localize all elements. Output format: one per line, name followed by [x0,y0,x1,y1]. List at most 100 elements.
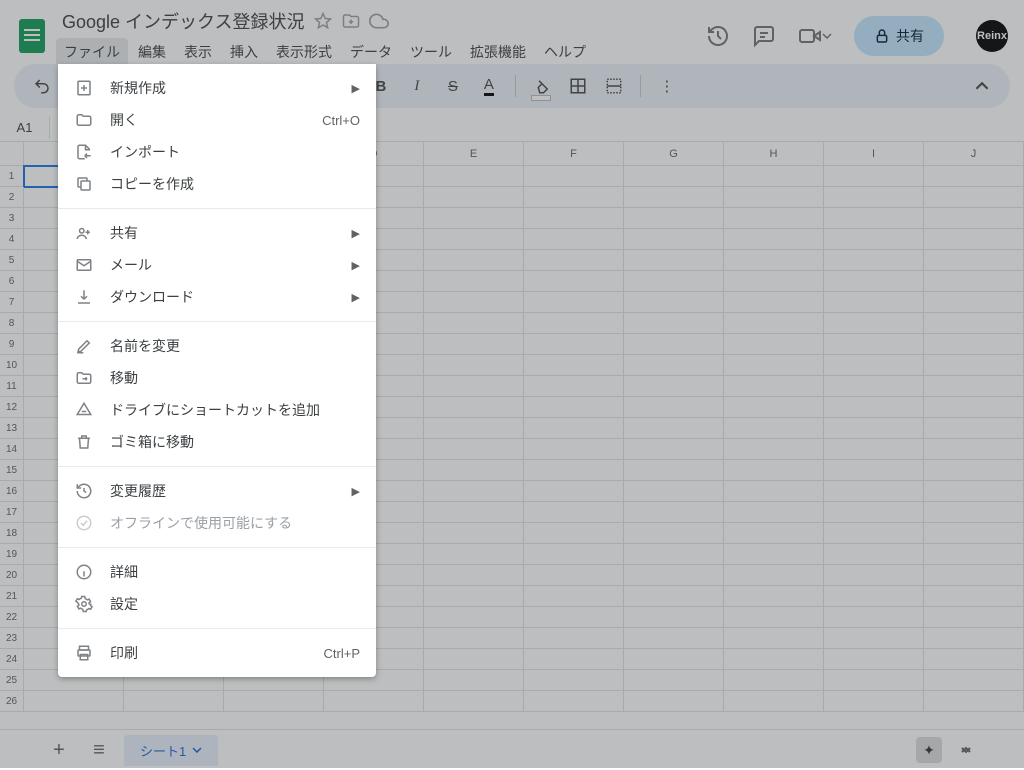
italic-button[interactable]: I [403,72,431,100]
cell[interactable] [824,565,924,586]
row-header[interactable]: 10 [0,355,24,376]
move-to-folder-icon[interactable] [341,11,361,31]
cell[interactable] [424,670,524,691]
cell[interactable] [624,649,724,670]
cell[interactable] [724,628,824,649]
cell[interactable] [824,376,924,397]
cell[interactable] [524,208,624,229]
cell[interactable] [724,439,824,460]
cell[interactable] [424,523,524,544]
sheets-logo[interactable] [12,16,52,56]
row-header[interactable]: 9 [0,334,24,355]
file-menu-new[interactable]: 新規作成 ▶ [58,72,376,104]
cell[interactable] [624,313,724,334]
cell[interactable] [424,544,524,565]
cell[interactable] [624,355,724,376]
cell[interactable] [524,628,624,649]
cell[interactable] [624,334,724,355]
column-header[interactable]: J [924,142,1024,165]
cell[interactable] [824,334,924,355]
cell[interactable] [524,691,624,712]
file-menu-download[interactable]: ダウンロード ▶ [58,281,376,313]
cell[interactable] [824,439,924,460]
menu-file[interactable]: ファイル [56,38,128,66]
cell[interactable] [824,187,924,208]
cell[interactable] [624,565,724,586]
cell[interactable] [724,607,824,628]
cell[interactable] [824,523,924,544]
cell[interactable] [524,229,624,250]
cell[interactable] [924,187,1024,208]
row-header[interactable]: 6 [0,271,24,292]
file-menu-share[interactable]: 共有 ▶ [58,217,376,249]
row-header[interactable]: 2 [0,187,24,208]
cell[interactable] [424,502,524,523]
row-header[interactable]: 13 [0,418,24,439]
cell[interactable] [524,418,624,439]
cell[interactable] [824,292,924,313]
cell[interactable] [624,376,724,397]
cell[interactable] [624,166,724,187]
cell[interactable] [924,502,1024,523]
cell[interactable] [924,271,1024,292]
cell[interactable] [724,460,824,481]
cell[interactable] [924,607,1024,628]
cell[interactable] [824,166,924,187]
file-menu-details[interactable]: 詳細 [58,556,376,588]
cell[interactable] [524,334,624,355]
cell[interactable] [224,691,324,712]
collapse-toolbar-button[interactable] [968,72,996,100]
column-header[interactable]: G [624,142,724,165]
add-sheet-button[interactable]: + [44,735,74,765]
cell[interactable] [924,691,1024,712]
cell[interactable] [924,334,1024,355]
menu-view[interactable]: 表示 [176,38,220,66]
cell[interactable] [724,586,824,607]
file-menu-move[interactable]: 移動 [58,362,376,394]
cell[interactable] [424,292,524,313]
cell[interactable] [724,523,824,544]
cell[interactable] [824,229,924,250]
cell[interactable] [524,586,624,607]
cell[interactable] [624,481,724,502]
cell[interactable] [724,544,824,565]
strikethrough-button[interactable]: S [439,72,467,100]
row-header[interactable]: 25 [0,670,24,691]
cell[interactable] [824,460,924,481]
column-header[interactable]: H [724,142,824,165]
cell[interactable] [924,649,1024,670]
cell[interactable] [624,586,724,607]
cell[interactable] [724,271,824,292]
comments-icon[interactable] [752,24,776,48]
cell[interactable] [924,397,1024,418]
cell[interactable] [924,208,1024,229]
borders-button[interactable] [564,72,592,100]
cell[interactable] [624,670,724,691]
cell[interactable] [524,313,624,334]
cell[interactable] [624,607,724,628]
row-header[interactable]: 16 [0,481,24,502]
row-header[interactable]: 19 [0,544,24,565]
row-header[interactable]: 1 [0,166,24,187]
cell[interactable] [724,229,824,250]
cell[interactable] [424,565,524,586]
cell[interactable] [924,460,1024,481]
cell[interactable] [624,418,724,439]
cell[interactable] [724,565,824,586]
cell[interactable] [524,670,624,691]
cell[interactable] [424,355,524,376]
share-button[interactable]: 共有 [854,16,944,56]
fill-color-button[interactable] [528,72,556,100]
cell[interactable] [424,334,524,355]
cell[interactable] [524,523,624,544]
cell[interactable] [424,691,524,712]
cell[interactable] [724,376,824,397]
cell[interactable] [924,355,1024,376]
row-header[interactable]: 3 [0,208,24,229]
column-header[interactable]: E [424,142,524,165]
cell[interactable] [424,229,524,250]
cell[interactable] [624,544,724,565]
cell[interactable] [824,628,924,649]
cell[interactable] [324,691,424,712]
cell[interactable] [724,397,824,418]
